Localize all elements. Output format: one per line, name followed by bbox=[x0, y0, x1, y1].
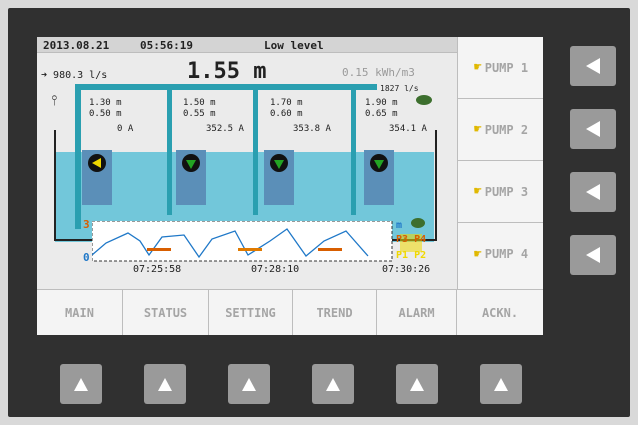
trend-time-2: 07:28:10 bbox=[251, 264, 300, 275]
up-arrow-icon bbox=[494, 378, 508, 391]
trend-bar-p4 bbox=[238, 248, 262, 251]
pump-4-button[interactable]: ☛ PUMP 4 bbox=[458, 223, 543, 285]
pump-4-current: 354.1 A bbox=[389, 124, 428, 134]
pump-2-start-level: 1.50 m bbox=[183, 98, 216, 108]
bottom-key-1[interactable] bbox=[60, 364, 102, 404]
left-arrow-icon bbox=[586, 247, 600, 263]
trend-time-3: 07:30:26 bbox=[382, 264, 431, 275]
legend-p4: P4 bbox=[414, 234, 427, 245]
pump-buttons-panel: ☛ PUMP 1 ☛ PUMP 2 ☛ PUMP 3 ☛ PUMP 4 bbox=[457, 37, 543, 289]
trend-y-min: 0 bbox=[83, 251, 90, 264]
pump-4-riser bbox=[351, 90, 356, 215]
bottom-key-5[interactable] bbox=[396, 364, 438, 404]
pump-3-start-level: 1.70 m bbox=[270, 98, 303, 108]
legend-p2: P2 bbox=[414, 250, 427, 261]
pump-1-start-level: 1.30 m bbox=[89, 98, 122, 108]
outlet-pipe bbox=[75, 84, 167, 90]
hand-icon: ☛ bbox=[473, 60, 482, 75]
legend-p1: P1 bbox=[396, 250, 409, 261]
up-arrow-icon bbox=[74, 378, 88, 391]
pump-4-label: PUMP 4 bbox=[484, 247, 529, 261]
tab-ackn[interactable]: ACKN. bbox=[457, 290, 543, 335]
up-arrow-icon bbox=[410, 378, 424, 391]
legend-p3: P3 bbox=[396, 234, 409, 245]
pump-2-riser bbox=[167, 90, 172, 215]
pump-2-button[interactable]: ☛ PUMP 2 bbox=[458, 99, 543, 161]
pump-4-stop-level: 0.65 m bbox=[365, 109, 398, 119]
trend-bar-p2 bbox=[318, 248, 342, 251]
time-text: 05:56:19 bbox=[140, 39, 193, 52]
trend-legend-top: P3 P4 bbox=[396, 234, 426, 245]
up-arrow-icon bbox=[242, 378, 256, 391]
pump-1-button[interactable]: ☛ PUMP 1 bbox=[458, 37, 543, 99]
bottom-tab-bar: MAIN STATUS SETTING TREND ALARM ACKN. bbox=[37, 289, 543, 335]
trend-time-1: 07:25:58 bbox=[133, 264, 182, 275]
pump-3-riser bbox=[253, 90, 258, 215]
bottom-key-2[interactable] bbox=[144, 364, 186, 404]
bottom-key-3[interactable] bbox=[228, 364, 270, 404]
pump-3-button[interactable]: ☛ PUMP 3 bbox=[458, 161, 543, 223]
bottom-key-6[interactable] bbox=[480, 364, 522, 404]
pump-2-stop-level: 0.55 m bbox=[183, 109, 216, 119]
pump-2-label: PUMP 2 bbox=[484, 122, 529, 137]
left-arrow-icon bbox=[586, 121, 600, 137]
hmi-screen: 2013.08.21 05:56:19 Low level ➜ 980.3 l/… bbox=[37, 37, 543, 335]
side-key-1[interactable] bbox=[570, 46, 616, 86]
side-key-3[interactable] bbox=[570, 172, 616, 212]
tab-status[interactable]: STATUS bbox=[123, 290, 209, 335]
pump-3-label: PUMP 3 bbox=[484, 184, 529, 199]
status-text: Low level bbox=[264, 39, 324, 52]
float-switch-top-icon bbox=[416, 95, 432, 105]
side-key-4[interactable] bbox=[570, 235, 616, 275]
pump-2-current: 352.5 A bbox=[206, 124, 245, 134]
left-arrow-icon bbox=[586, 184, 600, 200]
status-header: 2013.08.21 05:56:19 Low level bbox=[37, 37, 457, 53]
trend-legend-bottom: P1 P2 bbox=[396, 250, 426, 261]
tab-main[interactable]: MAIN bbox=[37, 290, 123, 335]
up-arrow-icon bbox=[158, 378, 172, 391]
trend-y-max: 3 bbox=[83, 218, 90, 231]
date-text: 2013.08.21 bbox=[43, 39, 110, 52]
outflow-label: 1827 l/s bbox=[380, 84, 419, 93]
bottom-key-4[interactable] bbox=[312, 364, 354, 404]
left-arrow-icon bbox=[586, 58, 600, 74]
tab-setting[interactable]: SETTING bbox=[209, 290, 293, 335]
level-sensor-icon: ⫯ bbox=[51, 93, 57, 109]
up-arrow-icon bbox=[326, 378, 340, 391]
pump-1-label: PUMP 1 bbox=[484, 60, 529, 75]
pump-1-current: 0 A bbox=[117, 124, 134, 134]
hand-icon: ☛ bbox=[473, 184, 482, 199]
pump-3-stop-level: 0.60 m bbox=[270, 109, 303, 119]
tab-trend[interactable]: TREND bbox=[293, 290, 377, 335]
hand-icon: ☛ bbox=[473, 246, 482, 262]
trend-bar-p3 bbox=[147, 248, 171, 251]
side-key-2[interactable] bbox=[570, 109, 616, 149]
pump-3-current: 353.8 A bbox=[293, 124, 332, 134]
pump-4-start-level: 1.90 m bbox=[365, 98, 398, 108]
trend-plot-area bbox=[92, 221, 393, 262]
inlet-pipe bbox=[75, 84, 81, 229]
outlet-pipe-2 bbox=[167, 84, 377, 90]
pump-1-stop-level: 0.50 m bbox=[89, 109, 122, 119]
hand-icon: ☛ bbox=[473, 122, 482, 137]
tab-alarm[interactable]: ALARM bbox=[377, 290, 457, 335]
trend-unit: m bbox=[396, 220, 403, 231]
